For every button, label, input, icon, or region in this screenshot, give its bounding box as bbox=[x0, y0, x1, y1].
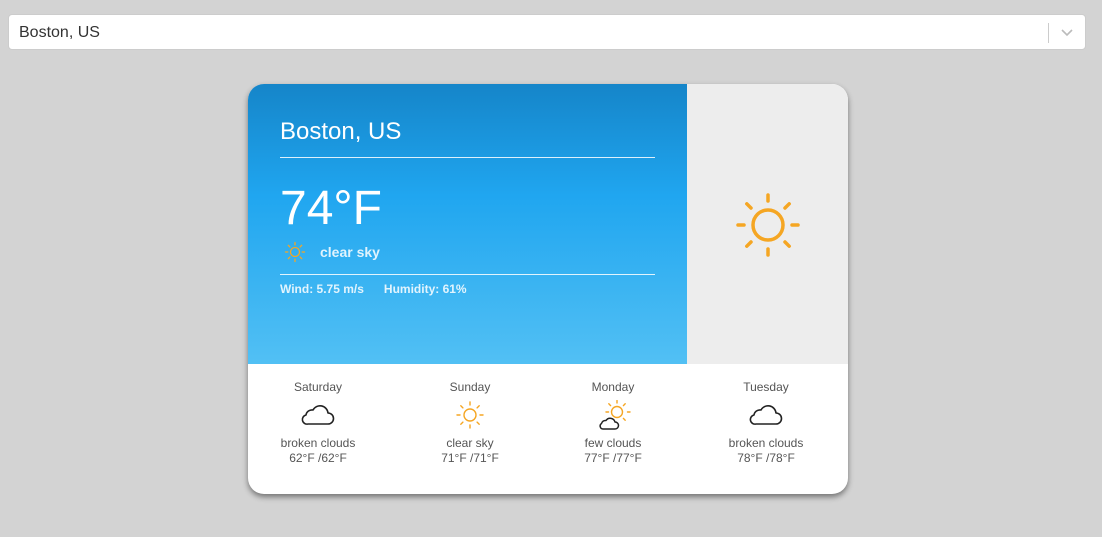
sun-icon bbox=[456, 401, 484, 429]
forecast-description: broken clouds bbox=[280, 436, 356, 450]
chevron-down-icon[interactable] bbox=[1059, 26, 1075, 40]
forecast-day-name: Saturday bbox=[293, 380, 343, 394]
forecast-description: clear sky bbox=[446, 436, 494, 450]
forecast-day-name: Sunday bbox=[449, 380, 491, 394]
forecast-description: few clouds bbox=[584, 436, 642, 450]
forecast-temperature: 71°F /71°F bbox=[441, 451, 499, 465]
forecast-description: broken clouds bbox=[728, 436, 804, 450]
cloud-icon bbox=[749, 405, 783, 425]
weather-stats: Wind: 5.75 m/s Humidity: 61% bbox=[280, 282, 467, 296]
sun-cloud-icon bbox=[599, 400, 631, 430]
humidity: Humidity: 61% bbox=[383, 282, 467, 296]
location-select-value: Boston, US bbox=[19, 24, 100, 41]
current-condition: clear sky bbox=[320, 244, 380, 260]
divider bbox=[280, 157, 655, 158]
current-temperature: 74°F bbox=[280, 182, 382, 235]
forecast-temperature: 78°F /78°F bbox=[737, 451, 795, 465]
forecast-day-name: Monday bbox=[591, 380, 635, 394]
cloud-icon bbox=[301, 405, 335, 425]
current-weather-panel: Boston, US 74°F clear sky Wind: 5.75 m/s… bbox=[248, 84, 687, 364]
forecast-row: Saturday broken clouds 62°F /62°F Sunday bbox=[248, 364, 848, 494]
forecast-temperature: 77°F /77°F bbox=[584, 451, 642, 465]
select-separator bbox=[1048, 23, 1049, 43]
sun-icon bbox=[736, 193, 800, 257]
weather-card: Boston, US 74°F clear sky Wind: 5.75 m/s… bbox=[248, 84, 848, 494]
divider bbox=[280, 274, 655, 275]
forecast-temperature: 62°F /62°F bbox=[289, 451, 347, 465]
wind-speed: Wind: 5.75 m/s bbox=[280, 282, 364, 296]
city-name: Boston, US bbox=[280, 118, 402, 145]
sun-icon bbox=[284, 241, 306, 263]
forecast-day-name: Tuesday bbox=[743, 380, 789, 394]
location-select[interactable]: Boston, US bbox=[8, 14, 1086, 50]
